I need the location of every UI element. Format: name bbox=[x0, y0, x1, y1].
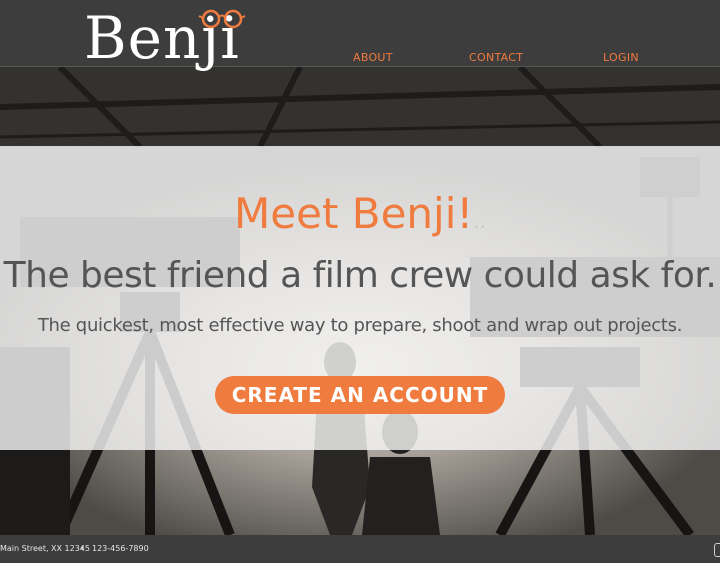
site-header: Benji ABOUT CONTACT LOGIN bbox=[0, 0, 720, 72]
site-footer: Main Street, XX 12345 • 123-456-7890 bbox=[0, 535, 720, 563]
glasses-icon bbox=[198, 9, 246, 29]
nav-about-link[interactable]: ABOUT bbox=[353, 51, 393, 64]
hero-banner: Meet Benji!.. The best friend a film cre… bbox=[0, 146, 720, 450]
nav-login-link[interactable]: LOGIN bbox=[603, 51, 639, 64]
hero-subtitle: The best friend a film crew could ask fo… bbox=[3, 255, 717, 296]
main-nav: ABOUT CONTACT LOGIN bbox=[0, 51, 720, 67]
hero-title-text: Meet Benji! bbox=[234, 189, 474, 238]
hero-title-dots: .. bbox=[473, 209, 486, 233]
footer-address: Main Street, XX 12345 bbox=[0, 544, 90, 553]
scroll-edge-icon bbox=[714, 543, 720, 557]
footer-separator: • bbox=[80, 544, 85, 553]
footer-phone: 123-456-7890 bbox=[92, 544, 149, 553]
nav-contact-link[interactable]: CONTACT bbox=[469, 51, 523, 64]
hero-description: The quickest, most effective way to prep… bbox=[37, 315, 683, 336]
create-account-button[interactable]: CREATE AN ACCOUNT bbox=[215, 376, 505, 414]
hero-title: Meet Benji!.. bbox=[0, 190, 720, 245]
